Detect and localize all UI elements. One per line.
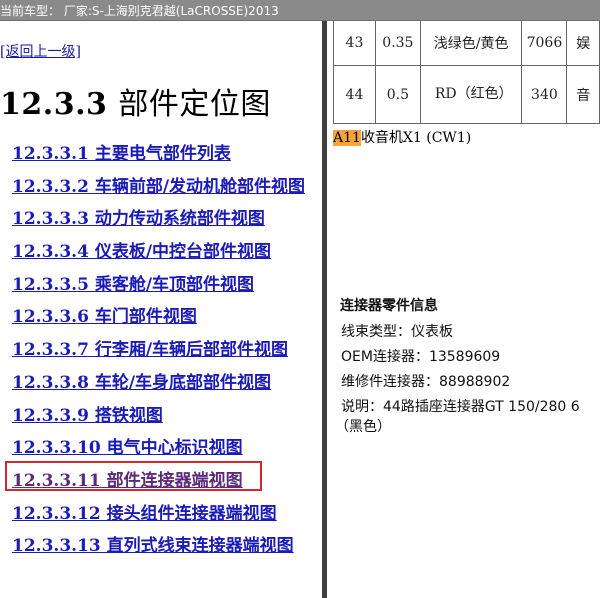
description: 说明：44路插座连接器GT 150/280 6 xyxy=(341,399,580,415)
description-continued: （黑色） xyxy=(335,419,391,435)
right-panel[interactable]: 43 0.35 浅绿色/黄色 7066 娱 44 0.5 RD（红色） 340 … xyxy=(327,21,600,598)
table-cell: 44 xyxy=(333,65,376,124)
component-label: A11收音机X1 (CW1) xyxy=(333,127,471,147)
oem-connector: OEM连接器：13589609 xyxy=(341,349,501,365)
toc-link-12-3-3-2[interactable]: 12.3.3.2 车辆前部/发动机舱部件视图 xyxy=(12,177,305,197)
table-cell: 43 xyxy=(333,21,376,66)
toc-link-12-3-3-12[interactable]: 12.3.3.12 接头组件连接器端视图 xyxy=(12,504,277,524)
heading-number: 12.3.3 xyxy=(0,87,108,122)
pinout-table: 43 0.35 浅绿色/黄色 7066 娱 44 0.5 RD（红色） 340 … xyxy=(333,21,600,124)
component-code: A11 xyxy=(333,130,361,146)
component-name: 收音机X1 (CW1) xyxy=(360,130,472,146)
harness-type: 线束类型：仪表板 xyxy=(341,324,453,340)
back-link[interactable]: [返回上一级] xyxy=(0,41,81,61)
table-cell: RD（红色） xyxy=(419,65,523,124)
table-cell: 0.5 xyxy=(374,65,421,124)
toc-link-12-3-3-7[interactable]: 12.3.3.7 行李厢/车辆后部部件视图 xyxy=(12,340,288,360)
toc-link-12-3-3-8[interactable]: 12.3.3.8 车轮/车身底部部件视图 xyxy=(12,373,271,393)
table-row: 43 0.35 浅绿色/黄色 7066 娱 xyxy=(333,21,600,66)
heading-text: 部件定位图 xyxy=(118,87,271,122)
toc-link-12-3-3-6[interactable]: 12.3.3.6 车门部件视图 xyxy=(12,307,197,327)
connector-info-title: 连接器零件信息 xyxy=(340,298,438,314)
left-panel[interactable]: [返回上一级] 12.3.3 部件定位图 12.3.3.1 主要电气部件列表 1… xyxy=(0,21,322,598)
toc-link-12-3-3-9[interactable]: 12.3.3.9 搭铁视图 xyxy=(12,406,163,426)
table-cell: 7066 xyxy=(521,21,568,66)
selected-item-highlight xyxy=(5,461,262,491)
page-heading: 12.3.3 部件定位图 xyxy=(0,79,271,123)
table-cell: 娱 xyxy=(566,21,600,66)
toc-link-12-3-3-13[interactable]: 12.3.3.13 直列式线束连接器端视图 xyxy=(12,536,294,556)
title-bar-text: 当前车型： 厂家:S-上海别克君越(LaCROSSE)2013 xyxy=(0,4,279,18)
toc-list: 12.3.3.1 主要电气部件列表 12.3.3.2 车辆前部/发动机舱部件视图… xyxy=(12,139,305,564)
toc-link-12-3-3-10[interactable]: 12.3.3.10 电气中心标识视图 xyxy=(12,438,243,458)
table-cell: 0.35 xyxy=(374,21,421,66)
table-row: 44 0.5 RD（红色） 340 音 xyxy=(333,65,600,124)
table-cell: 浅绿色/黄色 xyxy=(419,21,523,66)
toc-link-12-3-3-4[interactable]: 12.3.3.4 仪表板/中控台部件视图 xyxy=(12,242,271,262)
title-bar: 当前车型： 厂家:S-上海别克君越(LaCROSSE)2013 xyxy=(0,0,600,21)
table-cell: 340 xyxy=(521,65,568,124)
toc-link-12-3-3-1[interactable]: 12.3.3.1 主要电气部件列表 xyxy=(12,144,231,164)
table-cell: 音 xyxy=(566,65,600,124)
service-connector: 维修件连接器：88988902 xyxy=(341,374,511,390)
toc-link-12-3-3-5[interactable]: 12.3.3.5 乘客舱/车顶部件视图 xyxy=(12,275,254,295)
toc-link-12-3-3-3[interactable]: 12.3.3.3 动力传动系统部件视图 xyxy=(12,209,265,229)
